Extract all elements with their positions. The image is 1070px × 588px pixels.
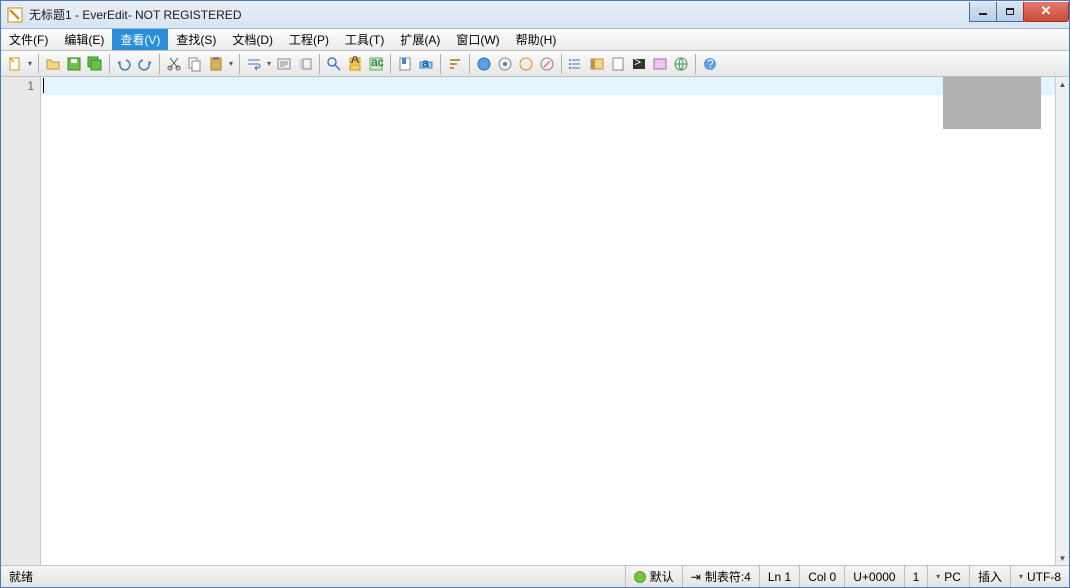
- paste-icon[interactable]: [206, 54, 226, 74]
- status-lineend[interactable]: PC: [927, 566, 969, 587]
- menu-document[interactable]: 文档(D): [224, 29, 281, 50]
- title-bar: 无标题1 - EverEdit- NOT REGISTERED ✕: [1, 1, 1069, 29]
- list-icon[interactable]: [566, 54, 586, 74]
- minimize-button[interactable]: [969, 2, 997, 22]
- separator: [390, 54, 391, 74]
- browser-safari-icon[interactable]: [537, 54, 557, 74]
- status-encoding[interactable]: UTF-8: [1010, 566, 1069, 587]
- wordwrap-icon[interactable]: [244, 54, 264, 74]
- copy-icon[interactable]: [185, 54, 205, 74]
- show-whitespace-icon[interactable]: [274, 54, 294, 74]
- svg-text:A: A: [351, 56, 359, 66]
- svg-text:a: a: [422, 56, 429, 70]
- text-caret: [43, 78, 44, 93]
- browser-chrome-icon[interactable]: [495, 54, 515, 74]
- tabstop-icon: ⇥: [691, 570, 701, 584]
- window-controls: ✕: [970, 2, 1069, 22]
- scroll-down-icon[interactable]: ▼: [1056, 551, 1069, 565]
- panel-icon[interactable]: [587, 54, 607, 74]
- menu-window[interactable]: 窗口(W): [448, 29, 507, 50]
- menu-view[interactable]: 查看(V): [112, 29, 168, 50]
- close-button[interactable]: ✕: [1023, 2, 1069, 22]
- browser-firefox-icon[interactable]: [516, 54, 536, 74]
- replace-icon[interactable]: A: [345, 54, 365, 74]
- separator: [38, 54, 39, 74]
- svg-text:?: ?: [707, 57, 714, 71]
- status-mode[interactable]: 默认: [625, 566, 682, 587]
- menu-bar: 文件(F) 编辑(E) 查看(V) 查找(S) 文档(D) 工程(P) 工具(T…: [1, 29, 1069, 51]
- vertical-scrollbar[interactable]: ▲ ▼: [1055, 77, 1069, 565]
- window-title: 无标题1 - EverEdit- NOT REGISTERED: [29, 6, 970, 23]
- line-number: 1: [7, 77, 34, 95]
- new-file-dropdown[interactable]: ▾: [26, 59, 34, 68]
- status-bar: 就绪 默认 ⇥制表符:4 Ln 1 Col 0 U+0000 1 PC 插入 U…: [1, 565, 1069, 587]
- wordwrap-dropdown[interactable]: ▾: [265, 59, 273, 68]
- toolbar: ▾ ▾ ▾ A ac a >: [1, 51, 1069, 77]
- status-ready: 就绪: [1, 566, 625, 587]
- find-in-files-icon[interactable]: ac: [366, 54, 386, 74]
- open-folder-icon[interactable]: [43, 54, 63, 74]
- bookmark-icon[interactable]: [395, 54, 415, 74]
- separator: [469, 54, 470, 74]
- new-file-icon[interactable]: [5, 54, 25, 74]
- status-page[interactable]: 1: [904, 566, 928, 587]
- separator: [319, 54, 320, 74]
- text-editor[interactable]: [41, 77, 1055, 565]
- save-all-icon[interactable]: [85, 54, 105, 74]
- browser-ie-icon[interactable]: [474, 54, 494, 74]
- undo-icon[interactable]: [114, 54, 134, 74]
- separator: [239, 54, 240, 74]
- document-icon[interactable]: [608, 54, 628, 74]
- paste-dropdown[interactable]: ▾: [227, 59, 235, 68]
- scroll-up-icon[interactable]: ▲: [1056, 77, 1069, 91]
- editor-area: 1 ▲ ▼: [1, 77, 1069, 565]
- save-icon[interactable]: [64, 54, 84, 74]
- cut-icon[interactable]: [164, 54, 184, 74]
- menu-search[interactable]: 查找(S): [168, 29, 224, 50]
- status-tabstop[interactable]: ⇥制表符:4: [682, 566, 759, 587]
- help-icon[interactable]: ?: [700, 54, 720, 74]
- app-icon: [7, 7, 23, 23]
- minimap[interactable]: [943, 77, 1041, 129]
- menu-project[interactable]: 工程(P): [281, 29, 337, 50]
- current-line-highlight: [41, 77, 1055, 95]
- hex-icon[interactable]: [650, 54, 670, 74]
- line-gutter: 1: [1, 77, 41, 565]
- separator: [695, 54, 696, 74]
- highlight-icon[interactable]: a: [416, 54, 436, 74]
- terminal-icon[interactable]: >: [629, 54, 649, 74]
- menu-edit[interactable]: 编辑(E): [56, 29, 112, 50]
- status-line[interactable]: Ln 1: [759, 566, 799, 587]
- redo-icon[interactable]: [135, 54, 155, 74]
- status-col[interactable]: Col 0: [799, 566, 844, 587]
- menu-file[interactable]: 文件(F): [1, 29, 56, 50]
- status-insert[interactable]: 插入: [969, 566, 1010, 587]
- separator: [109, 54, 110, 74]
- separator: [440, 54, 441, 74]
- mode-dot-icon: [634, 571, 646, 583]
- separator: [159, 54, 160, 74]
- line-numbers-icon[interactable]: [295, 54, 315, 74]
- menu-extend[interactable]: 扩展(A): [392, 29, 448, 50]
- find-icon[interactable]: [324, 54, 344, 74]
- menu-help[interactable]: 帮助(H): [508, 29, 565, 50]
- status-unicode[interactable]: U+0000: [844, 566, 903, 587]
- svg-text:ac: ac: [371, 56, 384, 69]
- separator: [561, 54, 562, 74]
- app-window: 无标题1 - EverEdit- NOT REGISTERED ✕ 文件(F) …: [0, 0, 1070, 588]
- maximize-button[interactable]: [996, 2, 1024, 22]
- menu-tools[interactable]: 工具(T): [337, 29, 392, 50]
- svg-text:>: >: [634, 56, 641, 69]
- web-icon[interactable]: [671, 54, 691, 74]
- sort-icon[interactable]: [445, 54, 465, 74]
